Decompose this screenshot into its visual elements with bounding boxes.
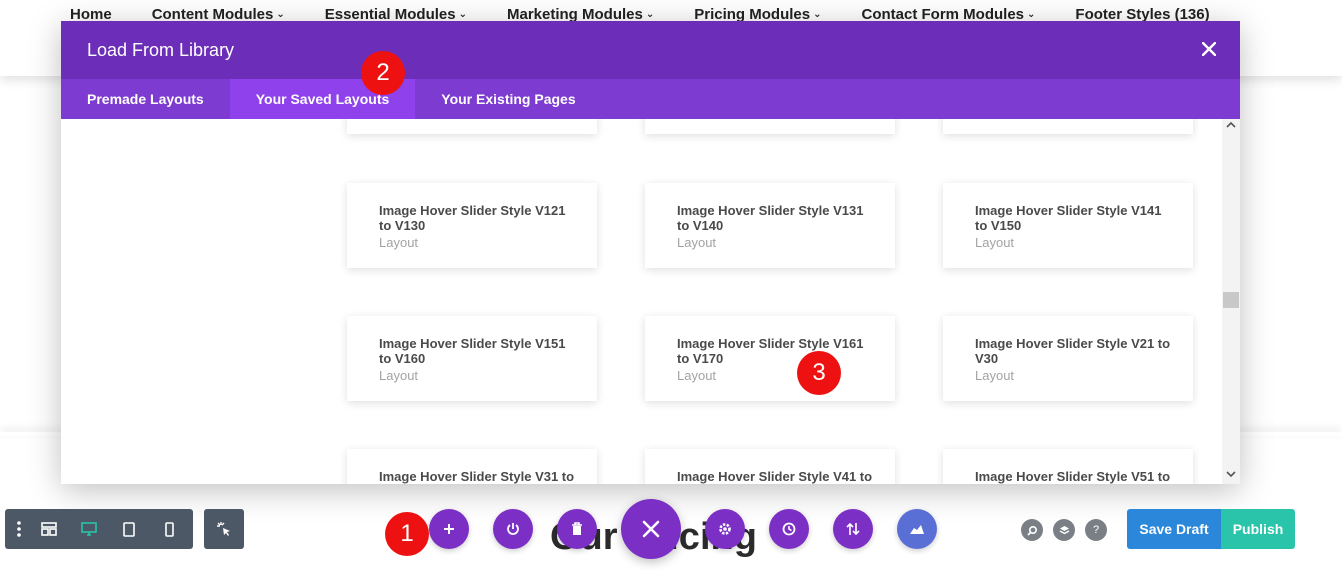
layout-card-type: Layout <box>677 368 717 383</box>
layout-card-title: Image Hover Slider Style V151 to V160 <box>379 336 566 366</box>
desktop-glyph <box>81 522 97 536</box>
scrollbar-thumb[interactable] <box>1223 292 1239 308</box>
tab-premade-layouts[interactable]: Premade Layouts <box>61 79 230 119</box>
modal-tabs: Premade Layouts Your Saved Layouts Your … <box>61 79 1240 119</box>
history-button[interactable] <box>769 509 809 549</box>
layout-card-type: Layout <box>379 368 419 383</box>
up-down-arrows-icon <box>846 522 860 536</box>
chevron-up-icon[interactable] <box>1225 121 1237 133</box>
layout-card[interactable]: Image Hover Slider Style V131 to V140 La… <box>645 183 895 268</box>
phone-glyph <box>164 521 174 537</box>
desktop-view-icon[interactable] <box>69 509 109 549</box>
layout-card-title: Image Hover Slider Style V41 to <box>677 469 873 484</box>
modal-header: Load From Library <box>61 21 1240 79</box>
tab-your-existing-pages[interactable]: Your Existing Pages <box>415 79 601 119</box>
layout-card-title: Image Hover Slider Style V131 to V140 <box>677 203 864 233</box>
layout-card-type: Layout <box>975 368 1015 383</box>
close-icon-glyph <box>1201 41 1217 57</box>
search-icon[interactable] <box>1021 519 1043 541</box>
tablet-glyph <box>123 521 135 537</box>
divi-cloud-button[interactable] <box>897 509 937 549</box>
layout-card-title: Image Hover Slider Style V141 to V150 <box>975 203 1162 233</box>
help-icon[interactable]: ? <box>1085 519 1107 541</box>
layers-glyph <box>1059 525 1069 534</box>
wireframe-glyph <box>41 522 57 536</box>
portability-button[interactable] <box>493 509 533 549</box>
layout-card[interactable]: Image Hover Slider Style V161 to V170 La… <box>645 316 895 401</box>
layout-card-type: Layout <box>975 235 1015 250</box>
cursor-click-glyph <box>217 522 230 536</box>
layout-card-type: Layout <box>677 235 717 250</box>
layout-card-type: Layout <box>379 235 419 250</box>
modal-title: Load From Library <box>87 40 235 60</box>
close-icon <box>642 520 660 538</box>
layout-list: Image Hover Slider Style V121 to V130 La… <box>61 119 1240 484</box>
layout-card[interactable]: Image Hover Slider Style V21 to V30 Layo… <box>943 316 1193 401</box>
add-section-button[interactable] <box>429 509 469 549</box>
chevron-down-icon[interactable] <box>1225 470 1237 482</box>
clear-layout-button[interactable] <box>557 509 597 549</box>
power-icon <box>507 523 519 535</box>
layers-icon[interactable] <box>1053 519 1075 541</box>
chevron-down-icon: ⌄ <box>458 9 467 20</box>
sort-layout-button[interactable] <box>833 509 873 549</box>
annotation-marker-1: 1 <box>385 512 429 556</box>
annotation-marker-2: 2 <box>361 51 405 95</box>
more-options-icon[interactable] <box>9 509 29 549</box>
page-settings-button[interactable] <box>705 509 745 549</box>
layout-card-title: Image Hover Slider Style V51 to <box>975 469 1171 484</box>
wireframe-view-icon[interactable] <box>29 509 69 549</box>
layout-card[interactable] <box>645 119 895 134</box>
phone-view-icon[interactable] <box>149 509 189 549</box>
annotation-marker-3: 3 <box>797 351 841 395</box>
save-draft-button[interactable]: Save Draft <box>1127 509 1221 549</box>
view-mode-toolbar <box>5 509 193 549</box>
layout-card[interactable] <box>347 119 597 134</box>
layout-card-title: Image Hover Slider Style V21 to V30 <box>975 336 1171 366</box>
chevron-down-icon: ⌄ <box>813 9 822 20</box>
close-builder-button[interactable] <box>621 499 681 559</box>
layout-card[interactable]: Image Hover Slider Style V51 to <box>943 449 1193 484</box>
layout-card[interactable]: Image Hover Slider Style V141 to V150 La… <box>943 183 1193 268</box>
layout-card[interactable] <box>943 119 1193 134</box>
layout-card[interactable]: Image Hover Slider Style V31 to <box>347 449 597 484</box>
close-icon[interactable] <box>1201 38 1217 60</box>
cloud-hand-icon <box>910 525 924 534</box>
layout-card-title: Image Hover Slider Style V121 to V130 <box>379 203 566 233</box>
modal-scrollbar[interactable] <box>1222 119 1240 484</box>
layout-card-title: Image Hover Slider Style V161 to V170 <box>677 336 864 366</box>
plus-icon <box>444 524 454 534</box>
click-mode-icon[interactable] <box>204 509 244 549</box>
gear-icon <box>719 523 731 535</box>
trash-icon <box>572 522 582 535</box>
load-from-library-modal: Load From Library Premade Layouts Your S… <box>61 21 1240 484</box>
search-glyph <box>1026 525 1037 536</box>
chevron-down-icon: ⌄ <box>276 9 285 20</box>
layout-card[interactable]: Image Hover Slider Style V41 to <box>645 449 895 484</box>
vertical-dots-glyph <box>17 521 21 537</box>
chevron-down-glyph <box>1226 471 1236 478</box>
layout-card[interactable]: Image Hover Slider Style V151 to V160 La… <box>347 316 597 401</box>
chevron-up-glyph <box>1226 121 1236 128</box>
publish-button[interactable]: Publish <box>1221 509 1295 549</box>
chevron-down-icon: ⌄ <box>645 9 655 20</box>
layout-card-title: Image Hover Slider Style V31 to <box>379 469 575 484</box>
chevron-down-icon: ⌄ <box>1027 9 1036 20</box>
clock-icon <box>782 522 796 536</box>
tablet-view-icon[interactable] <box>109 509 149 549</box>
layout-card[interactable]: Image Hover Slider Style V121 to V130 La… <box>347 183 597 268</box>
